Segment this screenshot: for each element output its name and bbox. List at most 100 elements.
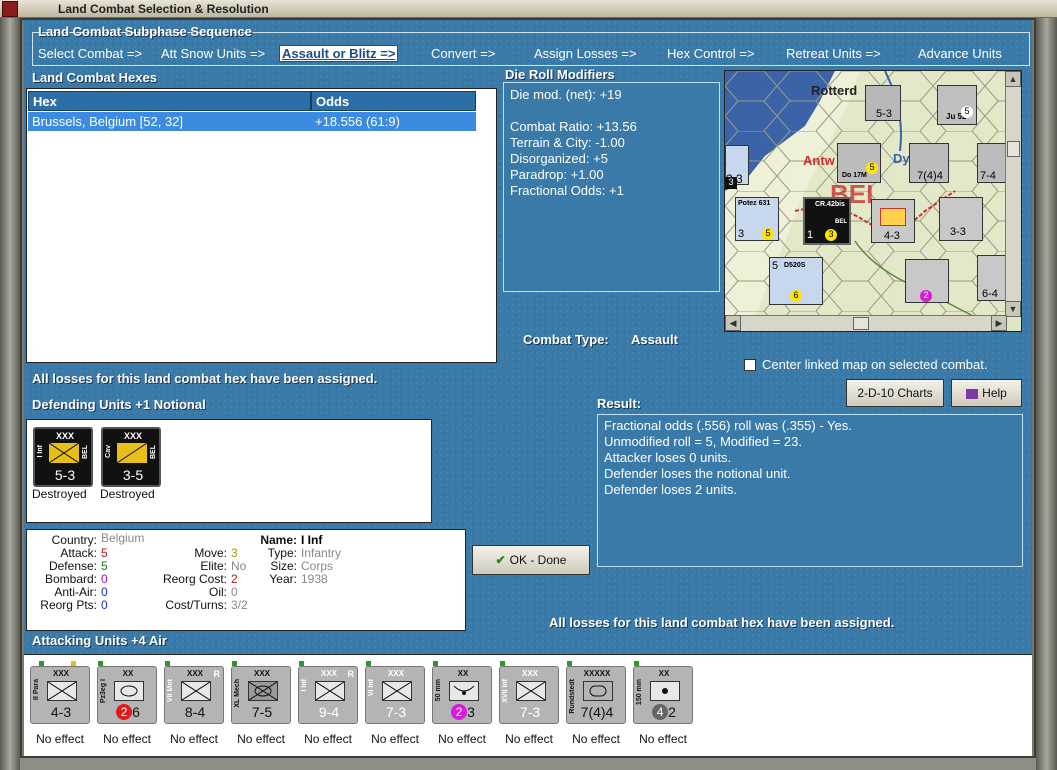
table-row-odds[interactable]: +18.556 (61:9) <box>311 112 476 131</box>
map-vertical-scrollbar[interactable]: ▲ ▼ <box>1005 71 1021 317</box>
phase-convert[interactable]: Convert => <box>431 46 495 61</box>
land-combat-hexes-list[interactable]: Hex Odds Brussels, Belgium [52, 32] +18.… <box>26 88 497 363</box>
map-counter-cr42bis[interactable]: CR.42bis BEL 1 3 <box>803 197 851 245</box>
defending-unit-1[interactable]: XXX I Inf BEL 5-3 <box>33 427 93 487</box>
die-roll-line: Die mod. (net): +19 <box>510 87 622 102</box>
ok-done-label: OK - Done <box>509 553 567 567</box>
unit-strength: 5-3 <box>54 467 76 483</box>
combat-type-value: Assault <box>631 332 678 347</box>
attacking-unit-3[interactable]: R XXX VII Mot 8-4 <box>164 661 224 724</box>
info-costturns-value: 3/2 <box>231 598 248 612</box>
unit-strength-row: 26 <box>98 704 158 720</box>
unit-type-label: XVII Inf <box>502 679 509 703</box>
phase-hex-control[interactable]: Hex Control => <box>667 46 754 61</box>
linked-map[interactable]: Rotterd Antw BEL Dy 5-3 Ju 525 2 3 Do 17… <box>724 70 1022 332</box>
frame-right <box>1036 18 1057 770</box>
scroll-up-button[interactable]: ▲ <box>1005 71 1021 87</box>
losses-assigned-message-2: All losses for this land combat hex have… <box>549 615 895 630</box>
paratroop-symbol-icon <box>47 681 77 701</box>
phase-att-snow-units[interactable]: Att Snow Units => <box>161 46 265 61</box>
attacking-unit-6[interactable]: XXX VI Inf 7-3 <box>365 661 425 724</box>
phase-select-combat[interactable]: Select Combat => <box>38 46 142 61</box>
map-counter-corps[interactable]: 5-3 <box>865 85 901 121</box>
map-counter-d520s[interactable]: 5 D520S 6 <box>769 257 823 305</box>
map-counter-strength: 5 <box>772 260 779 272</box>
map-counter-potez631[interactable]: Potez 631 3 5 <box>735 197 779 241</box>
info-year-key: Year: <box>269 572 297 586</box>
content-panel: Land Combat Subphase Sequence Select Com… <box>24 20 1032 756</box>
result-line: Defender loses the notional unit. <box>604 466 791 481</box>
map-counter-ju52[interactable]: Ju 52 5 <box>937 85 977 125</box>
attacking-unit-7[interactable]: XX 50 mm 23 <box>432 661 492 724</box>
unit-type-label: 50 mm <box>435 679 442 702</box>
map-counter-armor[interactable]: 7(4)4 <box>909 143 949 183</box>
result-line: Fractional odds (.556) roll was (.355) -… <box>604 418 852 433</box>
scroll-thumb[interactable] <box>853 317 869 330</box>
attacking-unit-3-status: No effect <box>170 732 218 746</box>
map-counter-strength: 5-3 <box>876 108 892 120</box>
result-box: Fractional odds (.556) roll was (.355) -… <box>597 414 1023 567</box>
map-counter-belgian[interactable]: 3-3 <box>939 197 983 241</box>
die-roll-line: Terrain & City: -1.00 <box>510 135 625 150</box>
unit-type-label: II Para <box>33 679 40 701</box>
attacking-unit-1[interactable]: XXX II Para 4-3 <box>30 661 90 724</box>
attacking-unit-5[interactable]: R XXX I Inf 9-4 <box>298 661 358 724</box>
map-counter-strength: 7-4 <box>980 170 996 182</box>
attacking-unit-10[interactable]: XX 150 mm 42 <box>633 661 693 724</box>
attacking-unit-8[interactable]: XXX XVII Inf 7-3 <box>499 661 559 724</box>
attacking-unit-2[interactable]: XX Pz3eg I 26 <box>97 661 158 724</box>
map-counter-value: 3 <box>825 229 837 241</box>
info-defense-key: Defense: <box>48 559 97 573</box>
die-roll-modifiers-box: Die mod. (net): +19 Combat Ratio: +13.56… <box>503 82 720 292</box>
scroll-down-button[interactable]: ▼ <box>1005 301 1021 317</box>
unit-strength: 3 <box>467 704 475 720</box>
window: Land Combat Selection & Resolution Land … <box>0 0 1057 770</box>
unit-strength: 9-4 <box>318 704 340 720</box>
phase-assign-losses[interactable]: Assign Losses => <box>534 46 637 61</box>
info-bombard-value: 0 <box>101 572 108 586</box>
scroll-left-button[interactable]: ◀ <box>725 315 741 331</box>
map-counter-name: D520S <box>784 262 806 269</box>
map-counter-edge-1[interactable]: 7-4 <box>977 143 1007 183</box>
scroll-thumb[interactable] <box>1007 141 1020 157</box>
unit-nation: BEL <box>82 445 89 459</box>
map-counter-name: CR.42bis <box>815 201 845 208</box>
unit-strength: 7-5 <box>251 704 273 720</box>
explosion-icon <box>880 208 906 226</box>
scroll-right-button[interactable]: ▶ <box>991 315 1007 331</box>
unit-type-label: Cav <box>105 445 112 458</box>
map-horizontal-scrollbar[interactable]: ◀ ▶ <box>725 315 1007 331</box>
map-counter-strength: 3-3 <box>950 226 966 238</box>
die-roll-title: Die Roll Modifiers <box>505 67 615 82</box>
table-row-hex[interactable]: Brussels, Belgium [52, 32] <box>28 112 311 131</box>
die-roll-line: Disorganized: +5 <box>510 151 608 166</box>
phase-retreat-units[interactable]: Retreat Units => <box>786 46 881 61</box>
attacking-unit-5-status: No effect <box>304 732 352 746</box>
defending-unit-1-status: Destroyed <box>32 487 87 501</box>
attacking-unit-4[interactable]: XXX XL Mech 7-5 <box>231 661 291 724</box>
unit-nation: BEL <box>150 445 157 459</box>
map-counter-target-hex[interactable]: 4-3 <box>871 199 915 243</box>
defending-unit-2[interactable]: XXX Cav BEL 3-5 <box>101 427 161 487</box>
phase-advance-units[interactable]: Advance Units <box>918 46 1002 61</box>
column-odds[interactable]: Odds <box>311 91 476 111</box>
center-map-checkbox[interactable] <box>744 359 756 371</box>
map-counter-edge-2[interactable]: 6-4 <box>977 255 1007 301</box>
charts-button[interactable]: 2-D-10 Charts <box>846 379 944 407</box>
info-elite-key: Elite: <box>200 559 227 573</box>
attacking-unit-4-status: No effect <box>237 732 285 746</box>
map-counter-do17m[interactable]: Do 17M 5 <box>837 143 881 183</box>
center-map-label[interactable]: Center linked map on selected combat. <box>762 357 987 372</box>
map-counter-para[interactable]: 2 <box>905 259 949 303</box>
info-costturns-key: Cost/Turns: <box>165 598 227 612</box>
help-button[interactable]: Help <box>951 379 1022 407</box>
ok-done-button[interactable]: ✔ OK - Done <box>472 545 590 575</box>
map-counter-small[interactable]: 3 <box>725 177 737 189</box>
info-reorgpts-value: 0 <box>101 598 108 612</box>
column-hex[interactable]: Hex <box>28 91 311 111</box>
info-size-key: Size: <box>270 559 297 573</box>
attacking-unit-9[interactable]: XXXXX Rundstedt 7(4)4 <box>566 661 626 724</box>
phase-assault-or-blitz[interactable]: Assault or Blitz => <box>278 45 399 62</box>
map-counter-name: Potez 631 <box>738 200 771 207</box>
attacking-units-title: Attacking Units +4 Air <box>32 633 167 648</box>
